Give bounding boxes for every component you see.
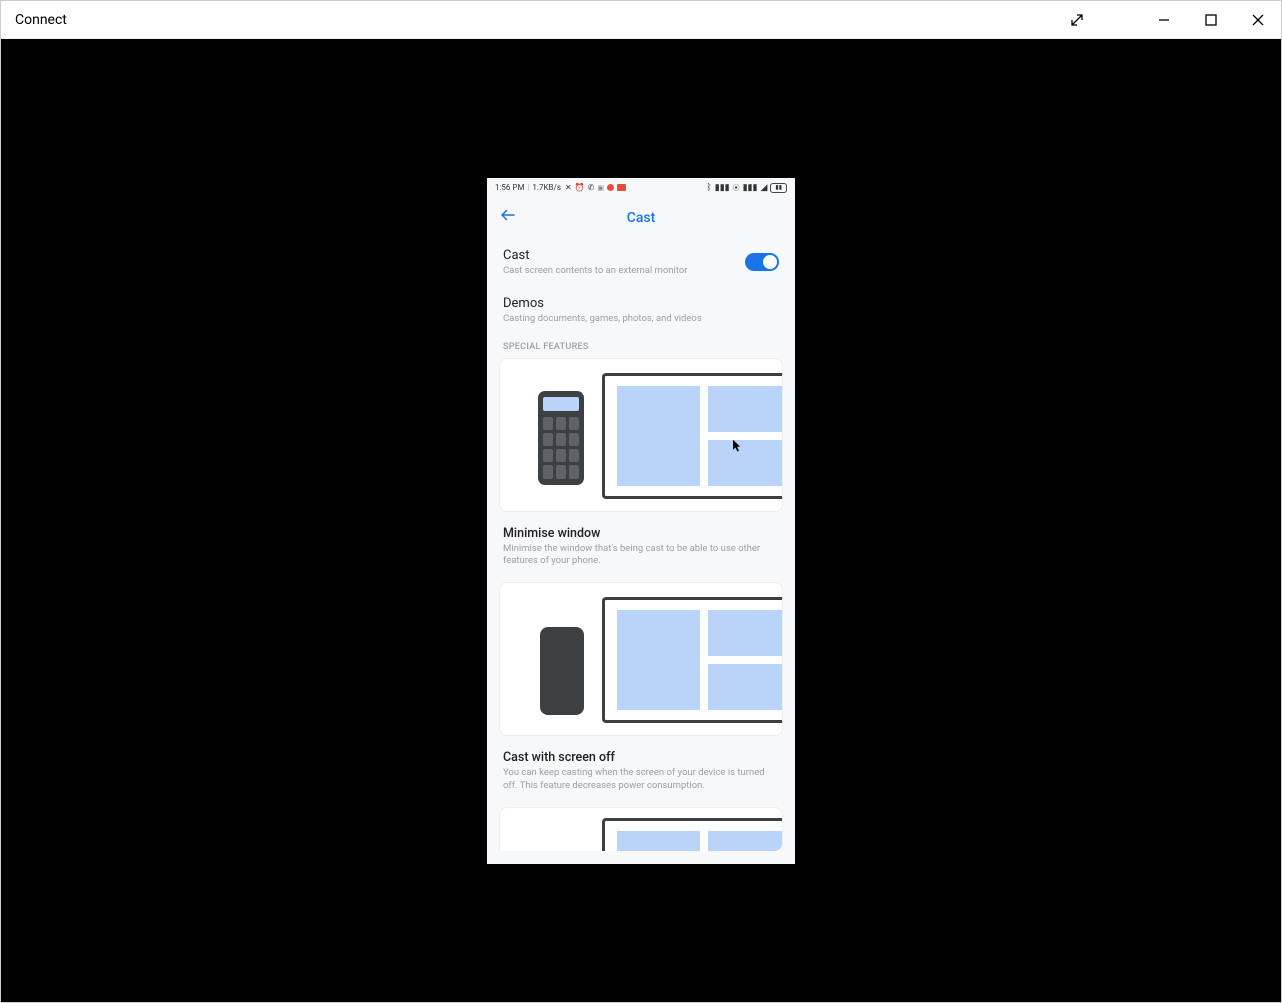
phone-body[interactable]: Cast Cast screen contents to an external… (487, 238, 795, 851)
window-title: Connect (15, 12, 1053, 28)
titlebar[interactable]: Connect (1, 1, 1281, 39)
minimise-title: Minimise window (503, 526, 779, 541)
signal-1-icon: ▮▮▮ (715, 183, 730, 193)
screenoff-title: Cast with screen off (503, 750, 779, 765)
expand-icon (1070, 13, 1084, 27)
demos-row[interactable]: Demos Casting documents, games, photos, … (487, 286, 795, 334)
page-title: Cast (487, 210, 795, 226)
minimize-icon (1157, 13, 1171, 27)
monitor-illustration-3 (602, 818, 783, 851)
cast-title: Cast (503, 248, 745, 263)
mirror-surface: 1:56 PM | 1.7KB/s ✕ ⏰ ✆ ▣ ᛒ ▮▮▮ ⦿ ▮▮▮ ◢ (1, 39, 1281, 1002)
demos-subtitle: Casting documents, games, photos, and vi… (503, 313, 779, 324)
screenoff-illustration-card (499, 582, 783, 736)
dnd-icon: ✕ (565, 183, 572, 192)
minimise-illustration-card (499, 358, 783, 512)
close-icon (1251, 13, 1265, 27)
cast-toggle-row[interactable]: Cast Cast screen contents to an external… (487, 238, 795, 286)
alarm-icon: ⏰ (575, 183, 585, 192)
phone-off-illustration (540, 627, 584, 715)
maximize-icon (1204, 13, 1218, 27)
demos-title: Demos (503, 296, 779, 311)
minimise-feature[interactable]: Minimise window Minimise the window that… (487, 520, 795, 583)
youtube-icon (617, 184, 626, 191)
phone-statusbar: 1:56 PM | 1.7KB/s ✕ ⏰ ✆ ▣ ᛒ ▮▮▮ ⦿ ▮▮▮ ◢ (487, 178, 795, 198)
close-button[interactable] (1234, 1, 1281, 39)
screenoff-subtitle: You can keep casting when the screen of … (503, 767, 779, 793)
monitor-illustration-2 (602, 597, 783, 723)
wifi-icon: ◢ (760, 183, 767, 193)
minimise-subtitle: Minimise the window that's being cast to… (503, 543, 779, 569)
cast-subtitle: Cast screen contents to an external moni… (503, 265, 745, 276)
minimize-button[interactable] (1140, 1, 1187, 39)
phone-screen[interactable]: 1:56 PM | 1.7KB/s ✕ ⏰ ✆ ▣ ᛒ ▮▮▮ ⦿ ▮▮▮ ◢ (487, 178, 795, 864)
special-features-header: SPECIAL FEATURES (487, 334, 795, 358)
cast-toggle[interactable] (745, 253, 779, 271)
third-illustration-card (499, 807, 783, 851)
battery-icon: ▮▮ (770, 183, 787, 193)
status-net-speed: 1.7KB/s (532, 183, 561, 192)
phone-header: Cast (487, 198, 795, 238)
whatsapp-icon: ✆ (588, 183, 595, 192)
screenoff-feature[interactable]: Cast with screen off You can keep castin… (487, 744, 795, 807)
fullscreen-button[interactable] (1053, 1, 1100, 39)
record-icon (607, 184, 614, 191)
app-window: Connect 1:56 PM | 1.7KB/s ✕ ⏰ ✆ (0, 0, 1282, 1003)
maximize-button[interactable] (1187, 1, 1234, 39)
monitor-illustration (602, 373, 783, 499)
signal-2-icon: ▮▮▮ (743, 183, 758, 193)
remote-illustration (538, 391, 584, 485)
status-time: 1:56 PM (495, 183, 524, 192)
volte-icon: ⦿ (733, 183, 740, 193)
bluetooth-icon: ᛒ (706, 183, 711, 193)
cursor-icon (732, 439, 742, 453)
placeholder-icon: ▣ (597, 184, 604, 192)
